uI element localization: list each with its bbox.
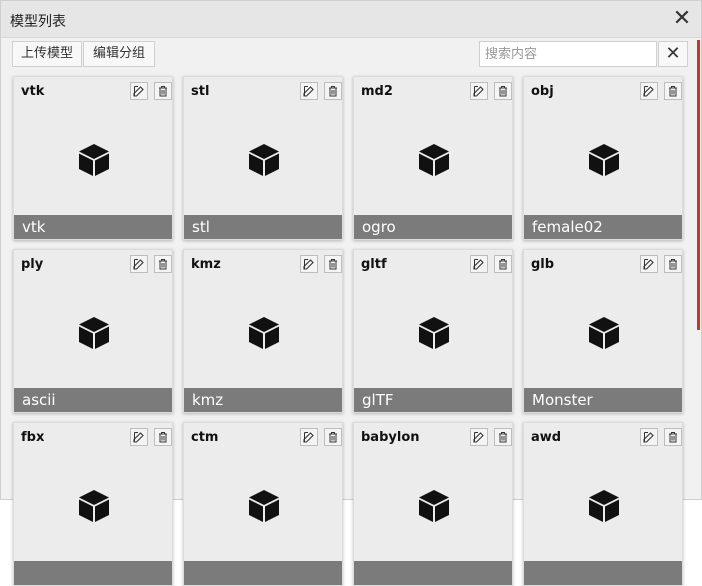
trash-icon[interactable] (494, 428, 512, 446)
model-card[interactable]: vtk vtk (13, 76, 173, 240)
edit-icon[interactable] (470, 255, 488, 273)
model-type-label: stl (191, 84, 210, 99)
edit-icon[interactable] (470, 82, 488, 100)
model-type-label: md2 (361, 84, 393, 99)
trash-icon[interactable] (664, 255, 682, 273)
model-name-label: Monster (524, 388, 682, 412)
model-type-label: kmz (191, 257, 221, 272)
model-name-label: kmz (184, 388, 342, 412)
trash-icon[interactable] (154, 428, 172, 446)
edit-icon[interactable] (130, 255, 148, 273)
edit-icon[interactable] (130, 82, 148, 100)
cube-icon (78, 316, 110, 354)
model-card[interactable]: fbx (13, 422, 173, 586)
model-type-label: glb (531, 257, 555, 272)
cube-icon (248, 143, 280, 181)
model-card[interactable]: stl stl (183, 76, 343, 240)
trash-icon[interactable] (154, 255, 172, 273)
cube-icon (418, 143, 450, 181)
model-name-label: stl (184, 215, 342, 239)
trash-icon[interactable] (154, 82, 172, 100)
trash-icon[interactable] (664, 82, 682, 100)
cube-icon (588, 489, 620, 527)
model-name-label: glTF (354, 388, 512, 412)
cube-icon (78, 143, 110, 181)
model-grid: vtk vtk stl stl md2 ogro obj female02 ply ascii km… (1, 1, 701, 586)
model-card[interactable]: kmz kmz (183, 249, 343, 413)
edit-icon[interactable] (640, 428, 658, 446)
model-type-label: fbx (21, 430, 45, 445)
edit-icon[interactable] (300, 255, 318, 273)
model-name-label: ascii (14, 388, 172, 412)
model-card[interactable]: awd (523, 422, 683, 586)
model-name-label (354, 561, 512, 585)
model-card[interactable]: gltf glTF (353, 249, 513, 413)
model-name-label (184, 561, 342, 585)
scroll-accent (697, 40, 700, 330)
trash-icon[interactable] (324, 82, 342, 100)
model-type-label: vtk (21, 84, 45, 99)
model-card[interactable]: md2 ogro (353, 76, 513, 240)
model-type-label: ply (21, 257, 44, 272)
model-name-label: ogro (354, 215, 512, 239)
cube-icon (588, 143, 620, 181)
model-type-label: gltf (361, 257, 387, 272)
model-card[interactable]: glb Monster (523, 249, 683, 413)
model-name-label (14, 561, 172, 585)
trash-icon[interactable] (324, 428, 342, 446)
model-card[interactable]: ply ascii (13, 249, 173, 413)
cube-icon (418, 316, 450, 354)
model-type-label: ctm (191, 430, 219, 445)
cube-icon (78, 489, 110, 527)
cube-icon (588, 316, 620, 354)
trash-icon[interactable] (494, 255, 512, 273)
edit-icon[interactable] (640, 255, 658, 273)
model-type-label: awd (531, 430, 562, 445)
trash-icon[interactable] (664, 428, 682, 446)
model-type-label: obj (531, 84, 554, 99)
edit-icon[interactable] (640, 82, 658, 100)
cube-icon (248, 489, 280, 527)
model-card[interactable]: babylon (353, 422, 513, 586)
model-name-label (524, 561, 682, 585)
model-card[interactable]: ctm (183, 422, 343, 586)
edit-icon[interactable] (470, 428, 488, 446)
model-card[interactable]: obj female02 (523, 76, 683, 240)
trash-icon[interactable] (324, 255, 342, 273)
model-list-dialog: 模型列表 ✕ 上传模型 编辑分组 ✕ vtkvtkstlstlmd2ogroob… (0, 0, 702, 586)
edit-icon[interactable] (130, 428, 148, 446)
edit-icon[interactable] (300, 428, 318, 446)
cube-icon (418, 489, 450, 527)
model-type-label: babylon (361, 430, 420, 445)
trash-icon[interactable] (494, 82, 512, 100)
model-name-label: vtk (14, 215, 172, 239)
edit-icon[interactable] (300, 82, 318, 100)
model-name-label: female02 (524, 215, 682, 239)
cube-icon (248, 316, 280, 354)
